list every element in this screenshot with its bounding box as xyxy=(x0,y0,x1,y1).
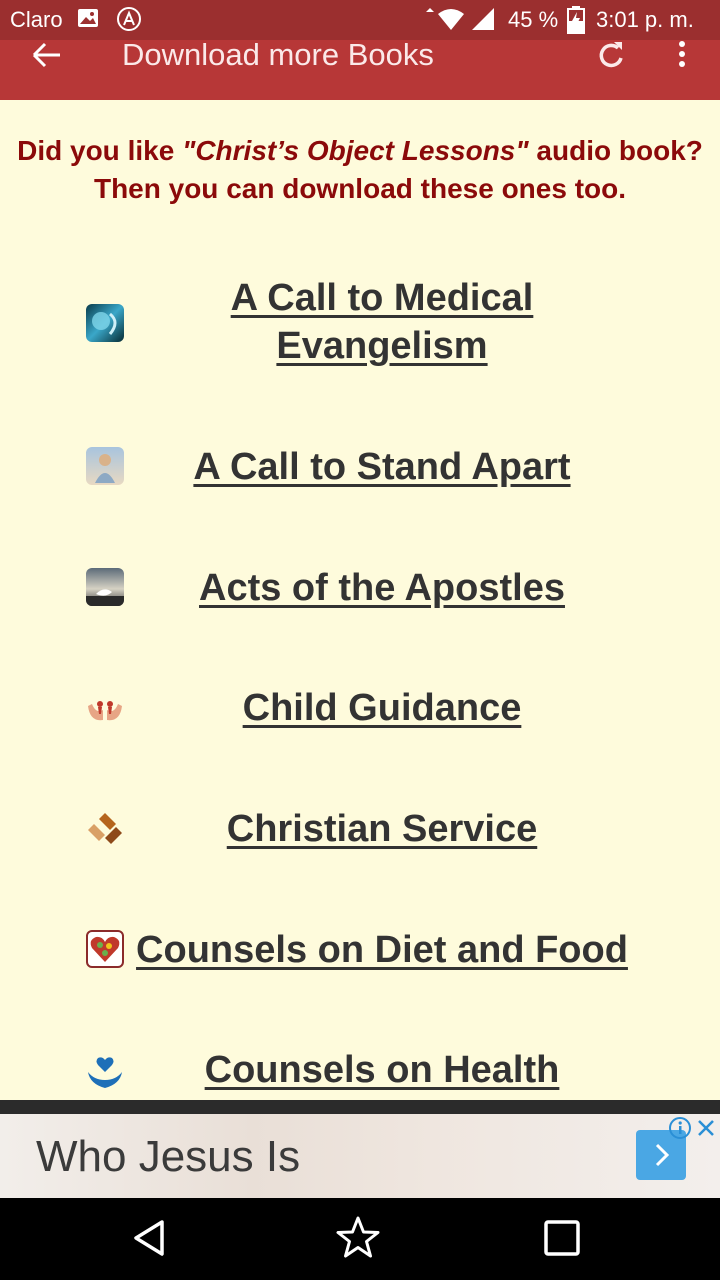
intro-message: Did you like "Christ’s Object Lessons" a… xyxy=(0,132,720,208)
back-arrow-icon[interactable] xyxy=(30,40,70,74)
divider xyxy=(0,1100,720,1114)
wifi-icon xyxy=(424,6,468,38)
clock: 3:01 p. m. xyxy=(596,7,694,32)
ad-banner[interactable]: Who Jesus Is xyxy=(0,1114,720,1198)
refresh-icon[interactable] xyxy=(594,40,628,70)
book-link-health[interactable]: Counsels on Health xyxy=(130,1046,634,1094)
app-bar: Download more Books xyxy=(0,37,720,100)
child-guidance-thumbnail-icon xyxy=(86,688,124,726)
book-link-diet-food[interactable]: Counsels on Diet and Food xyxy=(130,926,634,974)
intro-book-title: "Christ’s Object Lessons" xyxy=(182,135,529,166)
book-link-medical-evangelism[interactable]: A Call to Medical Evangelism xyxy=(130,274,634,370)
system-navigation-bar xyxy=(0,1198,720,1280)
app-notification-icon xyxy=(116,6,142,38)
battery-icon xyxy=(566,6,586,40)
diet-food-thumbnail-icon xyxy=(86,930,124,968)
ad-headline[interactable]: Who Jesus Is xyxy=(36,1132,300,1182)
christian-service-thumbnail-icon xyxy=(86,809,124,847)
acts-apostles-thumbnail-icon xyxy=(86,568,124,606)
nav-home-star-icon[interactable] xyxy=(334,1214,382,1262)
status-bar: Claro 45 % 3:01 p. m. xyxy=(0,0,720,40)
book-link-acts-apostles[interactable]: Acts of the Apostles xyxy=(130,564,634,612)
book-link-stand-apart[interactable]: A Call to Stand Apart xyxy=(130,443,634,491)
ad-close-icon[interactable] xyxy=(694,1116,718,1140)
gallery-notification-icon xyxy=(76,6,100,36)
stand-apart-thumbnail-icon xyxy=(86,447,124,485)
battery-percentage: 45 % xyxy=(508,7,559,32)
carrier-label: Claro xyxy=(10,7,63,32)
signal-icon xyxy=(470,6,496,38)
more-options-icon[interactable] xyxy=(670,40,694,70)
page-title: Download more Books xyxy=(122,37,434,72)
medical-evangelism-thumbnail-icon xyxy=(86,304,124,342)
health-thumbnail-icon xyxy=(86,1052,124,1090)
book-link-christian-service[interactable]: Christian Service xyxy=(130,805,634,853)
nav-back-icon[interactable] xyxy=(126,1214,174,1262)
nav-recents-icon[interactable] xyxy=(538,1214,586,1262)
ad-info-icon[interactable] xyxy=(668,1116,692,1140)
intro-prefix: Did you like xyxy=(17,135,183,166)
book-link-child-guidance[interactable]: Child Guidance xyxy=(130,684,634,732)
